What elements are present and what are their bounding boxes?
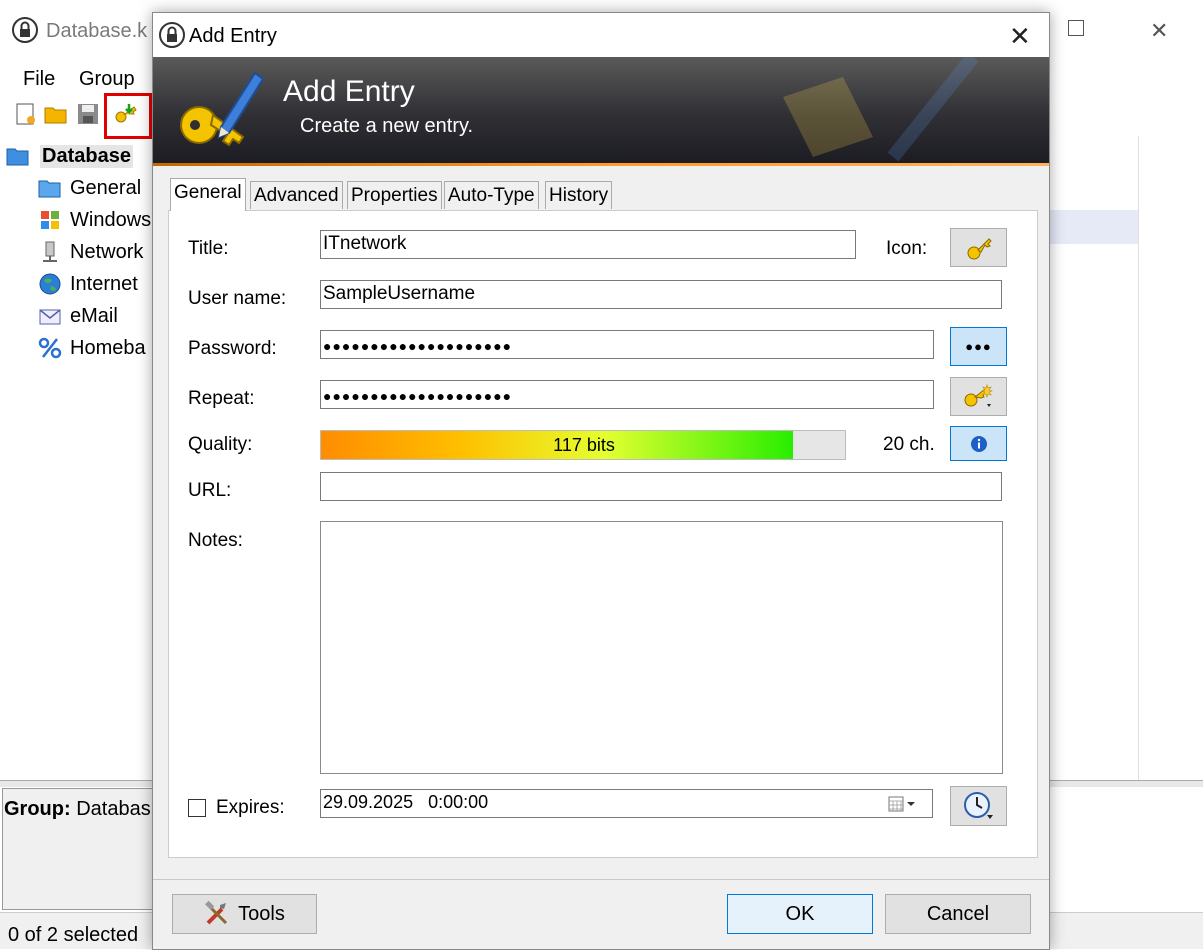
tree-item-network[interactable]: Network [2, 238, 152, 268]
group-info-label: Group: [4, 798, 71, 820]
url-label: URL: [188, 480, 232, 501]
icon-picker-button[interactable] [950, 228, 1007, 267]
column-divider [1138, 136, 1139, 780]
tools-icon [205, 901, 228, 925]
group-tree: Database General Windows Network Interne… [2, 138, 153, 778]
tab-properties[interactable]: Properties [347, 181, 442, 209]
tab-history[interactable]: History [545, 181, 613, 209]
notes-label: Notes: [188, 530, 243, 551]
entry-list-selected-row[interactable] [1048, 210, 1138, 244]
tree-item-homebanking[interactable]: Homeba [2, 334, 152, 364]
quality-label: Quality: [188, 434, 253, 455]
tab-advanced[interactable]: Advanced [250, 181, 343, 209]
tree-item-label: eMail [70, 305, 118, 327]
keepass-lock-icon [159, 22, 185, 48]
info-icon [970, 435, 987, 452]
dialog-title: Add Entry [189, 25, 277, 47]
generate-password-button[interactable] [950, 377, 1007, 416]
tree-item-database[interactable]: Database [2, 142, 152, 172]
add-entry-highlight [104, 93, 152, 139]
banner-subtitle: Create a new entry. [300, 115, 474, 137]
main-close-icon[interactable]: ✕ [1150, 18, 1168, 44]
main-window-title: Database.k [46, 20, 148, 42]
group-info-text: Group: Databas [4, 798, 151, 821]
toggle-password-visibility-button[interactable]: ●●● [950, 327, 1007, 366]
tab-general[interactable]: General [170, 178, 246, 211]
group-info-value: Databas [76, 798, 151, 820]
password-quality-bar: 117 bits [320, 430, 846, 460]
title-input[interactable]: ITnetwork [320, 230, 856, 259]
cancel-button[interactable]: Cancel [885, 894, 1031, 934]
dialog-titlebar: Add Entry ✕ [153, 13, 1049, 57]
tree-item-email[interactable]: eMail [2, 302, 152, 332]
tree-item-label: Network [70, 241, 144, 263]
footer-separator [153, 879, 1049, 880]
dialog-close-icon[interactable]: ✕ [1009, 21, 1031, 52]
tools-button[interactable]: Tools [172, 894, 317, 934]
new-database-icon[interactable] [14, 102, 38, 126]
maximize-icon[interactable] [1068, 20, 1084, 36]
title-label: Title: [188, 238, 229, 259]
repeat-password-input[interactable]: ●●●●●●●●●●●●●●●●●●●● [320, 380, 934, 409]
percent-icon [38, 337, 62, 359]
expires-checkbox[interactable] [188, 799, 206, 817]
banner-accent-line [153, 163, 1049, 166]
envelope-icon [39, 309, 61, 325]
calendar-dropdown-icon[interactable] [888, 796, 918, 812]
tree-item-label: Windows [70, 209, 152, 231]
repeat-label: Repeat: [188, 388, 255, 409]
password-length-text: 20 ch. [883, 434, 935, 455]
tree-item-internet[interactable]: Internet [2, 270, 152, 300]
username-label: User name: [188, 288, 287, 309]
tree-item-general[interactable]: General [2, 174, 152, 204]
tree-item-label: Internet [70, 273, 138, 295]
open-folder-icon[interactable] [44, 102, 68, 126]
password-input[interactable]: ●●●●●●●●●●●●●●●●●●●● [320, 330, 934, 359]
ok-button[interactable]: OK [727, 894, 873, 934]
notes-textarea[interactable] [320, 521, 1003, 774]
folder-icon [38, 180, 61, 198]
add-entry-dialog: Add Entry ✕ Add Entry Create a new entry… [152, 12, 1050, 950]
network-icon [43, 241, 57, 262]
menu-file[interactable]: File [23, 68, 55, 91]
menu-group[interactable]: Group [79, 68, 135, 91]
key-pen-icon [180, 71, 265, 147]
tree-item-label: Homeba [70, 337, 146, 359]
key-icon [967, 237, 992, 259]
tree-item-windows[interactable]: Windows [2, 206, 152, 236]
banner-title: Add Entry [283, 75, 415, 108]
save-icon[interactable] [76, 102, 100, 126]
icon-label: Icon: [886, 238, 928, 259]
expires-label[interactable]: Expires: [216, 797, 285, 819]
dialog-banner: Add Entry Create a new entry. [153, 57, 1049, 165]
url-input[interactable] [320, 472, 1002, 501]
status-selection-count: 0 of 2 selected [8, 924, 139, 946]
password-generator-icon [964, 383, 993, 407]
windows-icon [41, 211, 59, 229]
tree-item-label: General [70, 177, 142, 199]
password-label: Password: [188, 338, 277, 359]
clock-icon [963, 792, 993, 819]
username-input[interactable]: SampleUsername [320, 280, 1002, 309]
quality-bits-text: 117 bits [553, 435, 615, 455]
globe-icon [39, 273, 61, 295]
expiry-date-value: 29.09.2025 0:00:00 [323, 792, 489, 812]
tools-button-label: Tools [238, 902, 285, 925]
tab-auto-type[interactable]: Auto-Type [444, 181, 539, 209]
expiry-date-picker[interactable]: 29.09.2025 0:00:00 [320, 789, 933, 818]
expiry-presets-button[interactable] [950, 786, 1007, 826]
tree-item-label: Database [40, 145, 133, 168]
folder-open-icon [6, 148, 29, 166]
keepass-lock-icon [12, 17, 38, 43]
banner-watermark-icon [783, 57, 979, 162]
quality-info-button[interactable] [950, 426, 1007, 461]
